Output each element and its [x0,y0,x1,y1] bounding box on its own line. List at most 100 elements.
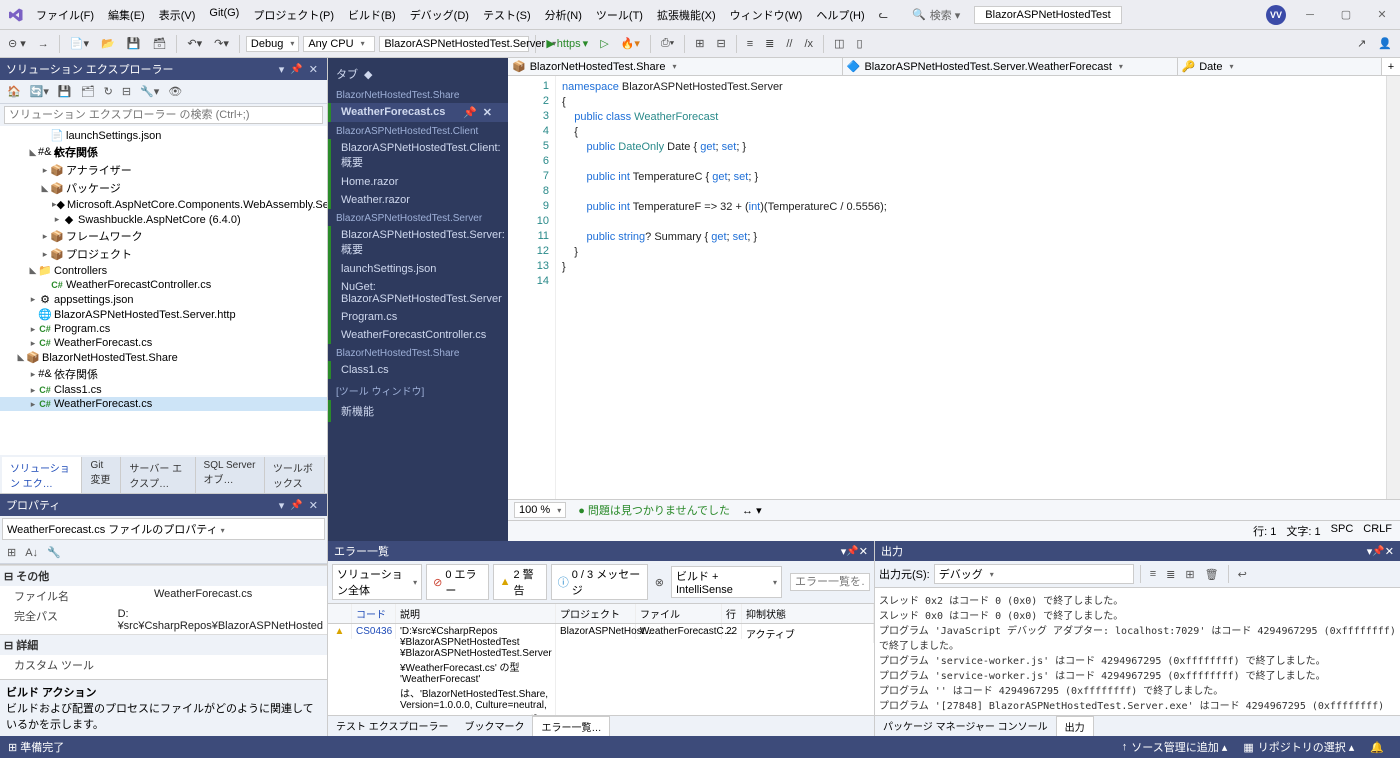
panel-tab[interactable]: SQL Server オブ… [196,457,265,493]
menu-item[interactable]: ファイル(F) [30,3,100,27]
tree-item[interactable]: C#WeatherForecastController.cs [0,278,327,292]
tool-icon-1[interactable]: ⊞ [691,35,708,52]
error-search-input[interactable] [790,573,870,591]
error-col-header[interactable]: 抑制状態 [742,604,874,623]
menu-item[interactable]: ビルド(B) [342,3,402,27]
source-control-button[interactable]: ↑ ソース管理に追加 ▴ [1114,739,1236,755]
tree-item[interactable]: ▸📦アナライザー [0,161,327,179]
panel-close-icon[interactable]: ✕ [859,545,868,558]
menu-item[interactable]: テスト(S) [477,3,537,27]
out-wrap-icon[interactable]: ↩ [1235,566,1250,583]
panel-menu-icon[interactable]: ▾ [276,63,288,76]
out-tool-2-icon[interactable]: ≣ [1163,566,1178,583]
crlf-icon[interactable]: ↔ ▾ [742,504,762,517]
panel-close-icon[interactable]: ✕ [306,499,321,512]
solution-search-input[interactable] [4,106,323,124]
pin-icon[interactable]: 📌 [1372,546,1384,557]
error-col-header[interactable]: ファイル [636,604,722,623]
project-name-tab[interactable]: BlazorASPNetHostedTest [974,6,1121,24]
bottom-panel-tab[interactable]: テスト エクスプローラー [328,716,456,736]
nav-member[interactable]: 🔑 Date [1178,58,1382,75]
panel-close-icon[interactable]: ✕ [306,63,321,76]
new-item-icon[interactable]: 📄▾ [66,35,93,52]
se-save-icon[interactable]: 💾 [55,83,75,100]
maximize-button[interactable]: ▢ [1334,3,1358,27]
tool-icon-2[interactable]: ⊟ [713,35,730,52]
notifications-icon[interactable]: 🔔 [1362,741,1392,754]
error-row[interactable]: ▲ CS0436 'D:¥src¥CsharpRepos ¥BlazorASPN… [328,624,874,715]
share-icon[interactable]: ↗ [1353,35,1370,52]
tree-item[interactable]: 📄launchSettings.json [0,128,327,143]
avatar[interactable]: VV [1266,5,1286,25]
panel-close-icon[interactable]: ✕ [1385,545,1394,558]
outdent-icon[interactable]: ≣ [761,35,778,52]
output-body[interactable]: スレッド 0x2 はコード 0 (0x0) で終了しました。 スレッド 0x0 … [875,588,1400,715]
bookmark-icon[interactable]: ◫ [830,35,848,52]
menu-item[interactable]: ツール(T) [590,3,649,27]
categorize-icon[interactable]: ⊞ [4,544,19,561]
tree-item[interactable]: ▸◆Swashbuckle.AspNetCore (6.4.0) [0,212,327,227]
indent-mode[interactable]: SPC [1331,523,1354,539]
tree-item[interactable]: ▸⚙appsettings.json [0,292,327,307]
show-all-icon[interactable]: 🗂 [78,83,98,100]
panel-tab[interactable]: サーバー エクスプ… [121,457,195,493]
tree-item[interactable]: ▸C#Class1.cs [0,383,327,397]
error-col-header[interactable] [328,604,352,623]
panel-tab[interactable]: ツールボックス [265,457,325,493]
tree-item[interactable]: ▸C#WeatherForecast.cs [0,336,327,350]
save-all-icon[interactable]: 🗃 [148,35,170,52]
account-icon[interactable]: 👤 [1374,35,1396,52]
search-box[interactable]: 🔍 検索 ▾ [912,7,960,23]
comment-icon[interactable]: // [782,36,796,52]
properties-selector[interactable]: WeatherForecast.cs ファイルのプロパティ [2,518,325,540]
error-col-header[interactable]: プロジェクト [556,604,636,623]
config-dropdown[interactable]: Debug [246,36,299,52]
close-button[interactable]: ✕ [1370,3,1394,27]
refresh-icon[interactable]: ↻ [101,83,116,100]
browse-icon[interactable]: ⎙▾ [657,35,678,52]
tabwell-item[interactable]: Class1.cs [328,361,508,379]
error-filter-messages[interactable]: ⓘ0 / 3 メッセージ [551,564,648,600]
out-tool-3-icon[interactable]: ⊞ [1182,566,1197,583]
panel-tab[interactable]: ソリューション エク… [2,457,82,493]
tabwell-item[interactable]: WeatherForecastController.cs [328,326,508,344]
tree-item[interactable]: ▸📦プロジェクト [0,245,327,263]
panel-tab[interactable]: Git 変更 [82,457,121,493]
menu-item[interactable]: 分析(N) [539,3,588,27]
tab-overflow-icon[interactable]: ◆ [364,68,372,81]
tabwell-item[interactable]: Weather.razor [328,191,508,209]
pin-icon[interactable]: 📌 [287,500,305,511]
nav-back-icon[interactable]: ⊝ ▾ [4,35,30,52]
nav-project[interactable]: 📦 BlazorNetHostedTest.Share [508,58,843,75]
ai-icon[interactable]: ᓚ [875,6,892,23]
indent-icon[interactable]: ≡ [743,36,757,52]
error-scope-dropdown[interactable]: ソリューション全体 [332,564,422,600]
tree-item[interactable]: ◣📁Controllers [0,263,327,278]
menu-item[interactable]: ウィンドウ(W) [724,3,809,27]
tabwell-item[interactable]: 新機能 [328,400,508,422]
eol-mode[interactable]: CRLF [1363,523,1392,539]
output-source-dropdown[interactable]: デバッグ [934,564,1134,584]
menu-item[interactable]: プロジェクト(P) [247,3,340,27]
scrollbar-v[interactable] [1386,76,1400,499]
tree-item[interactable]: ◣#&▲依存関係 [0,143,327,161]
collapse-icon[interactable]: ⊟ [119,83,134,100]
error-filter-errors[interactable]: ⊘0 エラー [426,564,488,600]
tree-item[interactable]: 🌐BlazorASPNetHostedTest.Server.http [0,307,327,322]
out-tool-1-icon[interactable]: ≡ [1147,566,1159,582]
prop-row[interactable]: ファイル名WeatherForecast.cs [0,586,327,606]
repo-select-button[interactable]: ▦ リポジトリの選択 ▴ [1235,739,1362,755]
pin-icon[interactable]: 📌 [287,64,305,75]
nav-fwd-icon[interactable]: → [34,36,53,52]
bottom-panel-tab[interactable]: パッケージ マネージャー コンソール [875,716,1056,736]
menu-item[interactable]: ヘルプ(H) [810,3,870,27]
tabwell-item[interactable]: Program.cs [328,308,508,326]
open-icon[interactable]: 📂 [97,35,119,52]
tabwell-item[interactable]: WeatherForecast.cs📌✕ [328,103,508,122]
menu-item[interactable]: デバッグ(D) [404,3,475,27]
menu-item[interactable]: 編集(E) [102,3,151,27]
home-icon[interactable]: 🏠 [4,83,24,100]
menu-item[interactable]: Git(G) [203,3,245,27]
uncomment-icon[interactable]: /x [801,36,818,52]
clear-icon[interactable]: ⊗ [652,574,667,591]
